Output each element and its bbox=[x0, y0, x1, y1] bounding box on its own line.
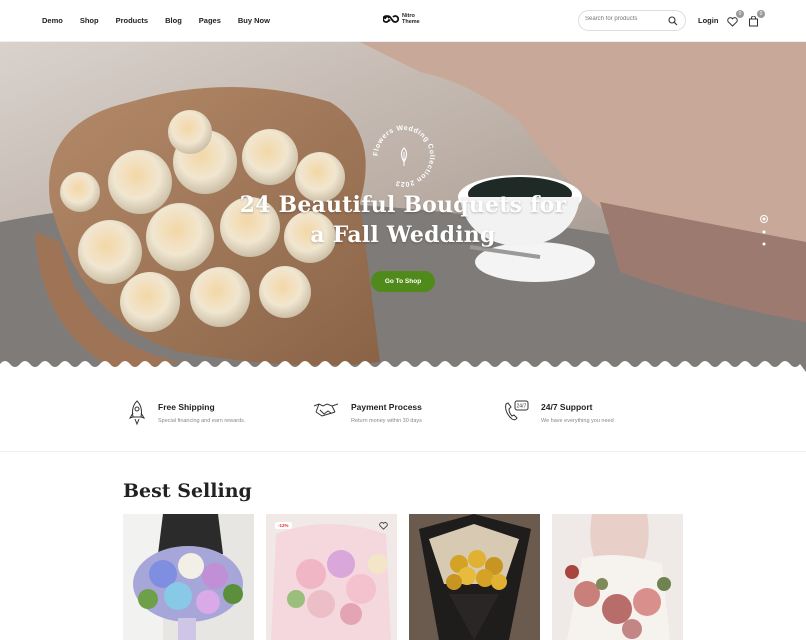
rocket-icon bbox=[128, 400, 146, 426]
main-nav: Demo Shop Products Blog Pages Buy Now bbox=[42, 16, 287, 25]
feature-subtitle: Special financing and earn rewards. bbox=[158, 418, 246, 424]
product-image bbox=[552, 514, 683, 640]
heart-icon bbox=[727, 17, 738, 27]
collection-badge: Flowers Wedding Collection 2023 bbox=[373, 125, 435, 187]
logo-text: Nitro Theme bbox=[402, 13, 424, 25]
heart-icon[interactable] bbox=[379, 522, 388, 530]
logo-line2: Theme bbox=[402, 19, 420, 25]
site-logo[interactable]: Nitro Theme bbox=[383, 13, 424, 25]
nav-item-products[interactable]: Products bbox=[116, 16, 149, 25]
nav-item-blog[interactable]: Blog bbox=[165, 16, 182, 25]
site-header: Demo Shop Products Blog Pages Buy Now Ni… bbox=[0, 0, 806, 42]
cart-icon bbox=[749, 15, 758, 27]
wishlist-count-badge: 0 bbox=[736, 10, 744, 18]
handshake-icon bbox=[313, 403, 339, 417]
cart-button[interactable]: 0 bbox=[748, 10, 765, 32]
sale-badge: -12% bbox=[275, 522, 292, 529]
features-strip: Free Shipping Special financing and earn… bbox=[0, 372, 806, 452]
feature-title: Free Shipping bbox=[158, 402, 215, 412]
best-selling-heading: Best Selling bbox=[123, 480, 252, 502]
slider-dot-3 bbox=[762, 242, 766, 246]
leaf-icon bbox=[400, 147, 408, 166]
feature-subtitle: We have everything you need bbox=[541, 418, 614, 424]
feature-title: Payment Process bbox=[351, 402, 422, 412]
logo-mark-icon bbox=[383, 15, 399, 23]
product-card[interactable] bbox=[123, 514, 254, 640]
cart-count-badge: 0 bbox=[757, 10, 765, 18]
product-card[interactable] bbox=[409, 514, 540, 640]
svg-text:24/7: 24/7 bbox=[517, 404, 527, 410]
nav-item-buy-now[interactable]: Buy Now bbox=[238, 16, 270, 25]
go-to-shop-button[interactable]: Go To Shop bbox=[371, 271, 435, 292]
feature-payment-process: Payment Process Return money within 30 d… bbox=[313, 400, 422, 424]
hero-banner: Flowers Wedding Collection 2023 24 Beaut… bbox=[0, 42, 806, 372]
slider-pagination bbox=[760, 214, 770, 259]
hero-title-line1: 24 Beautiful Bouquets for bbox=[239, 192, 567, 218]
login-link[interactable]: Login bbox=[698, 16, 718, 25]
feature-free-shipping: Free Shipping Special financing and earn… bbox=[128, 400, 245, 426]
support-phone-icon: 24/7 bbox=[505, 400, 529, 421]
wishlist-button[interactable]: 0 bbox=[727, 10, 744, 32]
hero-title: 24 Beautiful Bouquets for a Fall Wedding bbox=[0, 190, 806, 250]
nav-item-shop[interactable]: Shop bbox=[80, 16, 99, 25]
product-card[interactable]: -12% bbox=[266, 514, 397, 640]
feature-support: 24/7 24/7 Support We have everything you… bbox=[503, 400, 614, 424]
product-card[interactable] bbox=[552, 514, 683, 640]
search-box bbox=[578, 10, 686, 31]
search-icon[interactable] bbox=[668, 16, 678, 26]
slider-dot-2 bbox=[762, 230, 766, 234]
product-image bbox=[409, 514, 540, 640]
product-image bbox=[123, 514, 254, 640]
feature-title: 24/7 Support bbox=[541, 402, 593, 412]
feature-subtitle: Return money within 30 days bbox=[351, 418, 422, 424]
search-input[interactable] bbox=[585, 16, 665, 22]
nav-item-pages[interactable]: Pages bbox=[199, 16, 221, 25]
hero-title-line2: a Fall Wedding bbox=[310, 222, 496, 248]
product-image bbox=[266, 514, 397, 640]
nav-item-demo[interactable]: Demo bbox=[42, 16, 63, 25]
